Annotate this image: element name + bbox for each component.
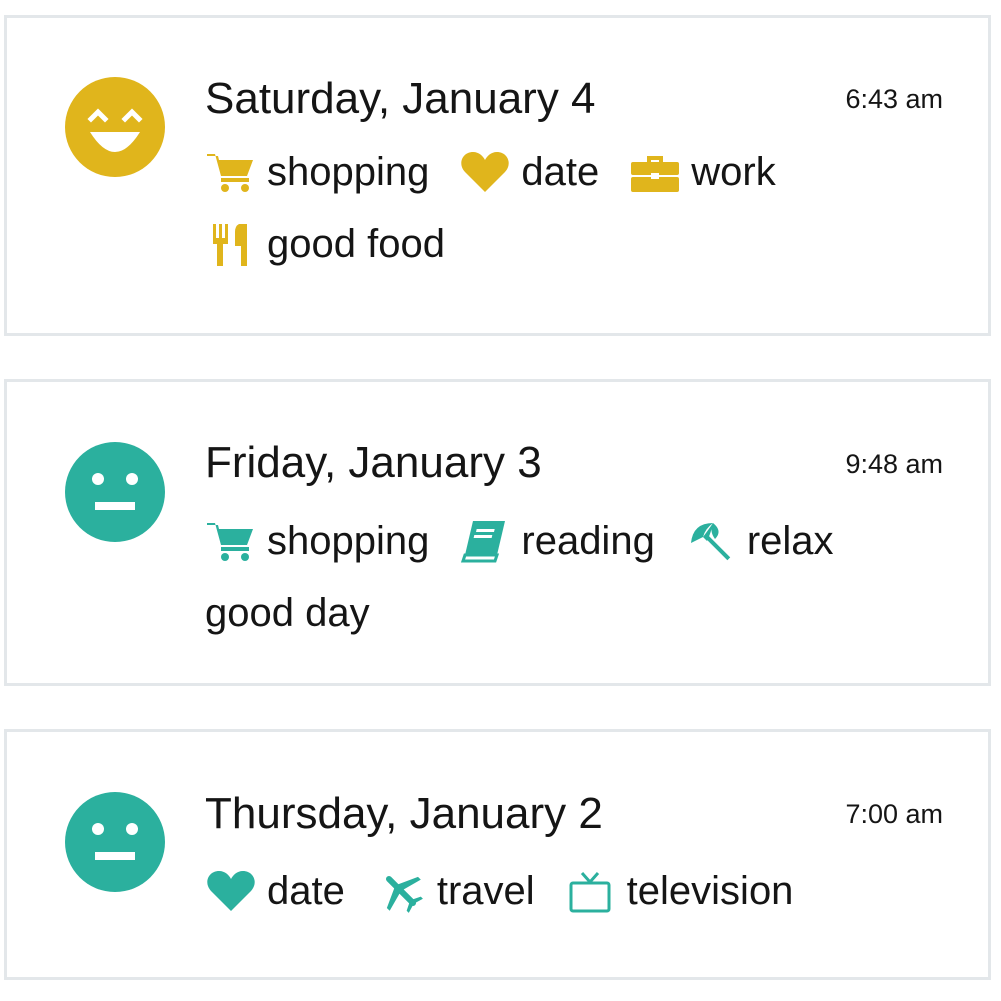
tag-label: date [267, 869, 345, 913]
television-icon [565, 869, 617, 913]
entry-date: Thursday, January 2 [205, 789, 603, 838]
tag-list: shopping date work [205, 148, 806, 196]
entry-time: 6:43 am [845, 84, 943, 114]
tag-date: date [459, 150, 599, 194]
shopping-cart-icon [205, 150, 257, 194]
heart-icon [459, 150, 511, 194]
heart-icon [205, 869, 257, 913]
tag-label: work [691, 150, 776, 194]
entry-card[interactable]: Saturday, January 4 6:43 am shopping dat… [4, 15, 991, 336]
entry-time: 7:00 am [845, 799, 943, 829]
tag-label: travel [436, 869, 535, 913]
tag-date: date [205, 869, 345, 913]
tag-label: relax [746, 519, 834, 563]
tag-travel: travel [375, 869, 535, 913]
fork-knife-icon [205, 222, 257, 266]
book-icon [459, 519, 511, 563]
briefcase-icon [629, 150, 681, 194]
tag-work: work [629, 150, 776, 194]
tag-list: shopping reading relax [205, 517, 864, 565]
entry-note: good day [205, 591, 370, 635]
tag-television: television [565, 869, 794, 913]
tag-label: date [521, 150, 600, 194]
shopping-cart-icon [205, 519, 257, 563]
tag-label: shopping [267, 150, 430, 194]
tag-label: good food [267, 222, 445, 266]
tag-reading: reading [459, 519, 655, 563]
entry-date: Friday, January 3 [205, 438, 542, 487]
tag-shopping: shopping [205, 150, 429, 194]
tag-list: date travel television [205, 867, 823, 915]
tag-relax: relax [685, 519, 834, 563]
tag-shopping: shopping [205, 519, 429, 563]
entry-note-row: good day [205, 589, 370, 637]
entry-card[interactable]: Friday, January 3 9:48 am shopping readi… [4, 379, 991, 686]
tag-label: television [626, 869, 794, 913]
tag-good-food: good food [205, 222, 445, 266]
entry-card[interactable]: Thursday, January 2 7:00 am date travel [4, 729, 991, 980]
tag-label: reading [521, 519, 655, 563]
airplane-icon [375, 869, 427, 913]
tag-list: good food [205, 220, 475, 268]
neutral-face-icon [65, 792, 165, 892]
neutral-face-icon [65, 442, 165, 542]
entry-time: 9:48 am [845, 449, 943, 479]
happy-face-icon [65, 77, 165, 177]
entry-date: Saturday, January 4 [205, 74, 596, 123]
tag-label: shopping [267, 519, 430, 563]
beach-umbrella-icon [685, 519, 737, 563]
